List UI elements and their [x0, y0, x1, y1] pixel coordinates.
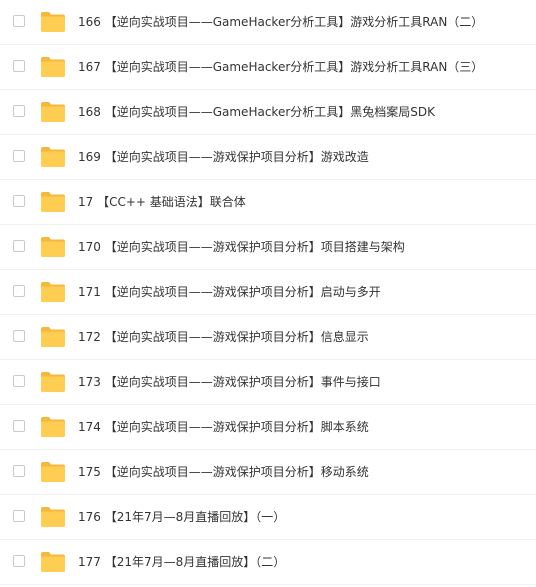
folder-icon — [41, 147, 65, 167]
file-name[interactable]: 17 【CC++ 基础语法】联合体 — [78, 180, 246, 225]
row-checkbox[interactable] — [13, 240, 25, 252]
file-name[interactable]: 174 【逆向实战项目——游戏保护项目分析】脚本系统 — [78, 405, 369, 450]
row-checkbox[interactable] — [13, 465, 25, 477]
row-checkbox[interactable] — [13, 375, 25, 387]
folder-icon — [41, 372, 65, 392]
folder-icon — [41, 12, 65, 32]
file-list: 166 【逆向实战项目——GameHacker分析工具】游戏分析工具RAN（二）… — [0, 0, 536, 585]
folder-icon — [41, 507, 65, 527]
file-name[interactable]: 171 【逆向实战项目——游戏保护项目分析】启动与多开 — [78, 270, 381, 315]
folder-icon — [41, 102, 65, 122]
file-row[interactable]: 166 【逆向实战项目——GameHacker分析工具】游戏分析工具RAN（二） — [0, 0, 536, 45]
folder-icon — [41, 57, 65, 77]
file-row[interactable]: 17 【CC++ 基础语法】联合体 — [0, 180, 536, 225]
file-row[interactable]: 173 【逆向实战项目——游戏保护项目分析】事件与接口 — [0, 360, 536, 405]
file-name[interactable]: 177 【21年7月—8月直播回放】（二） — [78, 540, 285, 585]
row-checkbox[interactable] — [13, 60, 25, 72]
file-name[interactable]: 169 【逆向实战项目——游戏保护项目分析】游戏改造 — [78, 135, 369, 180]
row-checkbox[interactable] — [13, 15, 25, 27]
file-row[interactable]: 169 【逆向实战项目——游戏保护项目分析】游戏改造 — [0, 135, 536, 180]
folder-icon — [41, 417, 65, 437]
folder-icon — [41, 192, 65, 212]
file-row[interactable]: 167 【逆向实战项目——GameHacker分析工具】游戏分析工具RAN（三） — [0, 45, 536, 90]
file-row[interactable]: 176 【21年7月—8月直播回放】（一） — [0, 495, 536, 540]
file-name[interactable]: 172 【逆向实战项目——游戏保护项目分析】信息显示 — [78, 315, 369, 360]
row-checkbox[interactable] — [13, 285, 25, 297]
file-name[interactable]: 170 【逆向实战项目——游戏保护项目分析】项目搭建与架构 — [78, 225, 405, 270]
folder-icon — [41, 237, 65, 257]
file-name[interactable]: 168 【逆向实战项目——GameHacker分析工具】黑兔档案局SDK — [78, 90, 435, 135]
file-row[interactable]: 170 【逆向实战项目——游戏保护项目分析】项目搭建与架构 — [0, 225, 536, 270]
file-row[interactable]: 174 【逆向实战项目——游戏保护项目分析】脚本系统 — [0, 405, 536, 450]
file-row[interactable]: 171 【逆向实战项目——游戏保护项目分析】启动与多开 — [0, 270, 536, 315]
file-row[interactable]: 177 【21年7月—8月直播回放】（二） — [0, 540, 536, 585]
folder-icon — [41, 327, 65, 347]
file-name[interactable]: 176 【21年7月—8月直播回放】（一） — [78, 495, 285, 540]
file-name[interactable]: 173 【逆向实战项目——游戏保护项目分析】事件与接口 — [78, 360, 381, 405]
row-checkbox[interactable] — [13, 555, 25, 567]
row-checkbox[interactable] — [13, 330, 25, 342]
file-row[interactable]: 168 【逆向实战项目——GameHacker分析工具】黑兔档案局SDK — [0, 90, 536, 135]
row-checkbox[interactable] — [13, 420, 25, 432]
folder-icon — [41, 462, 65, 482]
file-name[interactable]: 166 【逆向实战项目——GameHacker分析工具】游戏分析工具RAN（二） — [78, 0, 483, 45]
row-checkbox[interactable] — [13, 195, 25, 207]
file-row[interactable]: 172 【逆向实战项目——游戏保护项目分析】信息显示 — [0, 315, 536, 360]
folder-icon — [41, 282, 65, 302]
file-row[interactable]: 175 【逆向实战项目——游戏保护项目分析】移动系统 — [0, 450, 536, 495]
folder-icon — [41, 552, 65, 572]
file-name[interactable]: 175 【逆向实战项目——游戏保护项目分析】移动系统 — [78, 450, 369, 495]
row-checkbox[interactable] — [13, 510, 25, 522]
row-checkbox[interactable] — [13, 105, 25, 117]
row-checkbox[interactable] — [13, 150, 25, 162]
file-name[interactable]: 167 【逆向实战项目——GameHacker分析工具】游戏分析工具RAN（三） — [78, 45, 483, 90]
